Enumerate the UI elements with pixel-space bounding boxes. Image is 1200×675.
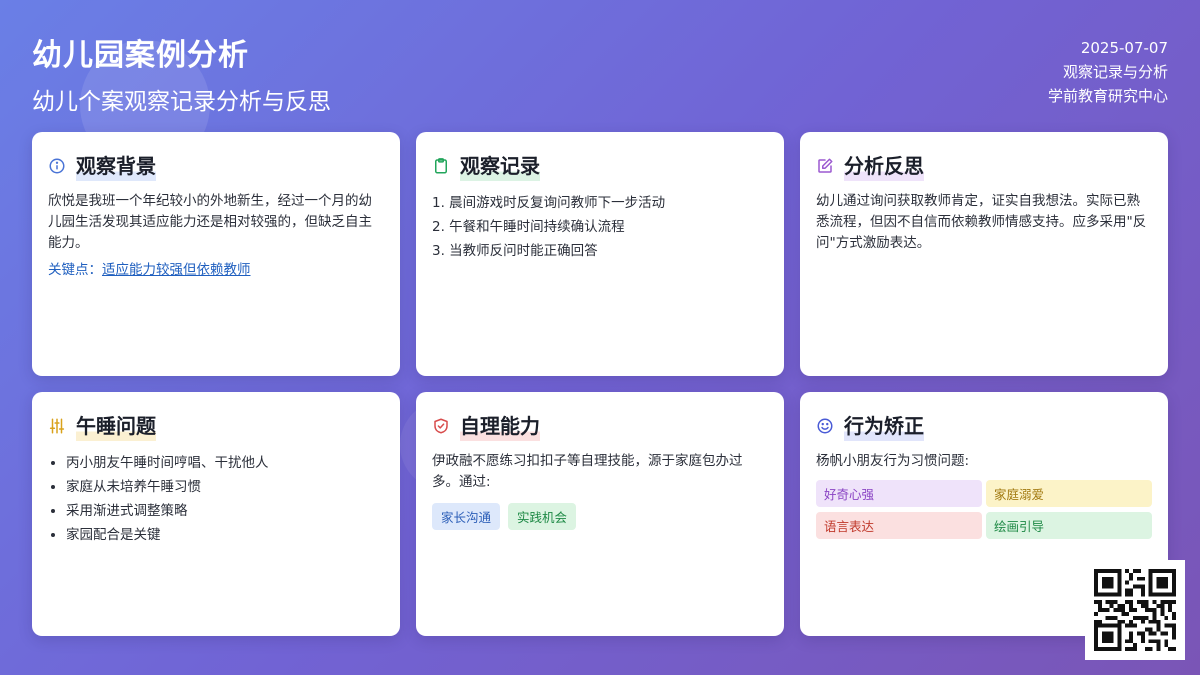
card-grid: 观察背景 欣悦是我班一个年纪较小的外地新生，经过一个月的幼儿园生活发现其适应能力… — [32, 132, 1168, 636]
card-text: 杨帆小朋友行为习惯问题: — [816, 453, 970, 469]
card-header: 分析反思 — [816, 150, 1152, 181]
list-item: 家园配合是关键 — [66, 523, 384, 547]
list-item: 丙小朋友午睡时间哼唱、干扰他人 — [66, 451, 384, 475]
tag: 语言表达 — [816, 512, 982, 539]
header-date: 2025-07-07 — [1080, 39, 1168, 57]
header-meta: 2025-07-07 观察记录与分析 学前教育研究中心 — [1048, 36, 1168, 108]
tag: 家长沟通 — [432, 503, 501, 530]
card-header: 午睡问题 — [48, 410, 384, 441]
tag: 实践机会 — [508, 503, 577, 530]
qr-code-icon — [1094, 569, 1176, 651]
card-title: 自理能力 — [460, 410, 540, 441]
card-header: 自理能力 — [432, 410, 768, 441]
card-reflection: 分析反思 幼儿通过询问获取教师肯定，证实自我想法。实际已熟悉流程，但因不自信而依… — [800, 132, 1168, 376]
list-item: 1. 晨间游戏时反复询问教师下一步活动 — [432, 195, 666, 211]
card-selfcare: 自理能力 伊政融不愿练习扣扣子等自理技能，源于家庭包办过多。通过: 家长沟通 实… — [416, 392, 784, 636]
page-title: 幼儿园案例分析 — [32, 38, 249, 73]
tag-group: 家长沟通 实践机会 — [432, 503, 768, 530]
tag: 好奇心强 — [816, 480, 982, 507]
key-point-link[interactable]: 适应能力较强但依赖教师 — [102, 262, 251, 278]
list-item: 3. 当教师反问时能正确回答 — [432, 243, 598, 259]
tag: 家庭溺爱 — [986, 480, 1152, 507]
shield-check-icon — [434, 418, 448, 433]
records-list: 1. 晨间游戏时反复询问教师下一步活动 2. 午餐和午睡时间持续确认流程 3. … — [432, 191, 768, 263]
list-item: 家庭从未培养午睡习惯 — [66, 475, 384, 499]
card-text: 幼儿通过询问获取教师肯定，证实自我想法。实际已熟悉流程，但因不自信而依赖教师情感… — [816, 193, 1147, 251]
card-title: 观察记录 — [460, 150, 540, 181]
key-point: 关键点：适应能力较强但依赖教师 — [48, 258, 384, 278]
list-item: 采用渐进式调整策略 — [66, 499, 384, 523]
card-title: 行为矫正 — [844, 410, 924, 441]
tag: 绘画引导 — [986, 512, 1152, 539]
card-title: 分析反思 — [844, 150, 924, 181]
clipboard-icon — [435, 157, 447, 173]
card-text: 欣悦是我班一个年纪较小的外地新生，经过一个月的幼儿园生活发现其适应能力还是相对较… — [48, 193, 372, 251]
sliders-icon — [49, 418, 65, 433]
list-item: 2. 午餐和午睡时间持续确认流程 — [432, 219, 625, 235]
card-header: 观察背景 — [48, 150, 384, 181]
header-meta-line: 观察记录与分析 — [1062, 63, 1168, 81]
tag-group: 好奇心强 家庭溺爱 语言表达 绘画引导 — [816, 480, 1152, 539]
card-title: 观察背景 — [76, 150, 156, 181]
card-title: 午睡问题 — [76, 410, 156, 441]
card-background: 观察背景 欣悦是我班一个年纪较小的外地新生，经过一个月的幼儿园生活发现其适应能力… — [32, 132, 400, 376]
card-nap: 午睡问题 丙小朋友午睡时间哼唱、干扰他人 家庭从未培养午睡习惯 采用渐进式调整策… — [32, 392, 400, 636]
key-point-label: 关键点： — [48, 262, 102, 278]
smile-icon — [817, 418, 833, 433]
qr-code — [1085, 560, 1185, 660]
header-organization: 学前教育研究中心 — [1047, 87, 1168, 105]
edit-icon — [818, 158, 833, 173]
card-records: 观察记录 1. 晨间游戏时反复询问教师下一步活动 2. 午餐和午睡时间持续确认流… — [416, 132, 784, 376]
card-header: 观察记录 — [432, 150, 768, 181]
page-header: 幼儿园案例分析 幼儿个案观察记录分析与反思 2025-07-07 观察记录与分析… — [32, 30, 1168, 115]
info-icon — [49, 158, 65, 173]
nap-list: 丙小朋友午睡时间哼唱、干扰他人 家庭从未培养午睡习惯 采用渐进式调整策略 家园配… — [48, 451, 384, 547]
page-subtitle: 幼儿个案观察记录分析与反思 — [32, 89, 331, 115]
card-header: 行为矫正 — [816, 410, 1152, 441]
card-text: 伊政融不愿练习扣扣子等自理技能，源于家庭包办过多。通过: — [432, 453, 743, 490]
